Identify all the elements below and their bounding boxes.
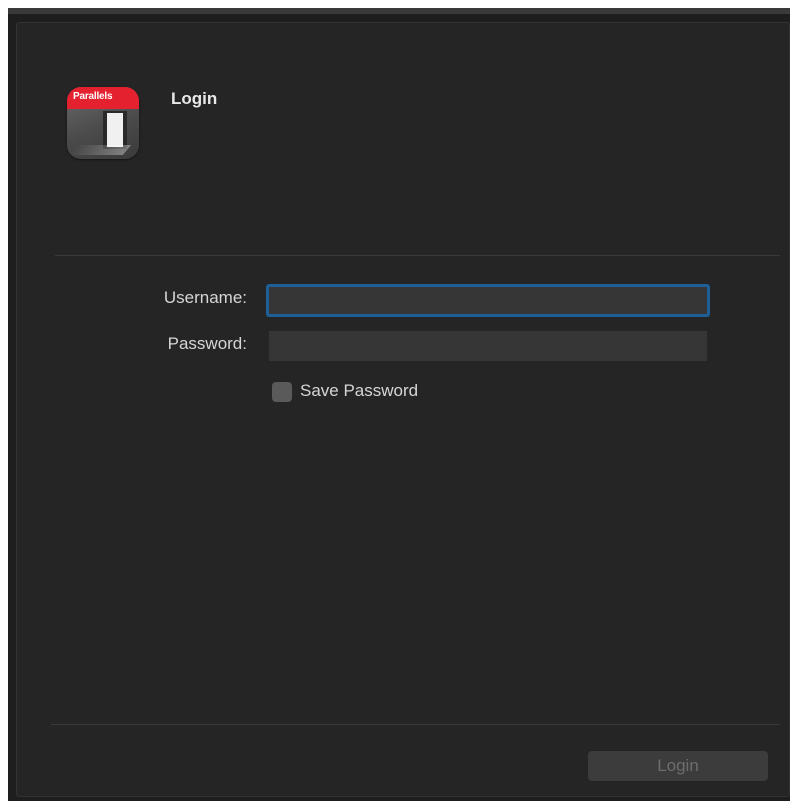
save-password-label[interactable]: Save Password bbox=[300, 381, 418, 401]
footer-divider bbox=[51, 724, 780, 725]
username-label: Username: bbox=[163, 288, 247, 307]
header-divider bbox=[55, 255, 780, 256]
login-window: Parallels Login Username: Password: Save… bbox=[8, 14, 790, 801]
parallels-icon: Parallels bbox=[67, 87, 139, 159]
login-button[interactable]: Login bbox=[588, 751, 768, 781]
password-field[interactable] bbox=[269, 331, 707, 361]
login-dialog: Parallels Login Username: Password: Save… bbox=[16, 22, 790, 797]
save-password-checkbox[interactable] bbox=[272, 382, 292, 402]
icon-door bbox=[107, 113, 123, 147]
icon-brand-text: Parallels bbox=[73, 91, 113, 102]
icon-light-beam bbox=[68, 145, 132, 155]
username-field[interactable] bbox=[266, 284, 710, 317]
dialog-title: Login bbox=[171, 89, 218, 108]
password-label: Password: bbox=[167, 334, 247, 353]
